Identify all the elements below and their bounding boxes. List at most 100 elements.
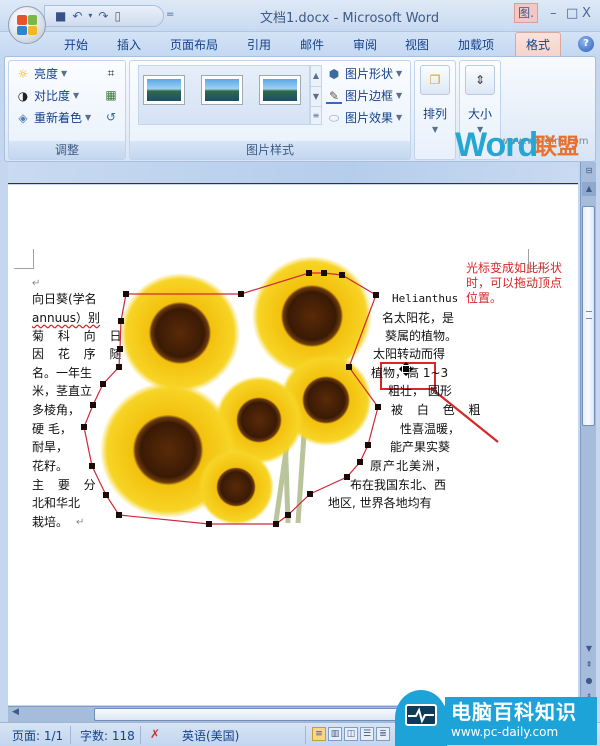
wrap-point-handle[interactable] <box>273 521 279 527</box>
select-browse-object-button[interactable]: ● <box>582 674 596 688</box>
text-line: 名太阳花，是 <box>382 311 455 325</box>
wrap-point-handle[interactable] <box>307 491 313 497</box>
contrast-icon: ◑ <box>17 88 29 103</box>
reset-picture-icon[interactable]: ↺ <box>103 109 119 125</box>
wrap-point-handle[interactable] <box>123 291 129 297</box>
arrange-button[interactable]: ❐ <box>420 65 450 95</box>
gallery-up-icon[interactable]: ▲ <box>311 66 321 86</box>
chevron-down-icon: ▼ <box>396 113 403 122</box>
tab-insert[interactable]: 插入 <box>117 36 141 53</box>
undo-dropdown-icon[interactable]: ▾ <box>88 12 92 20</box>
compress-pictures-icon[interactable]: ⌗ <box>103 65 119 81</box>
chevron-down-icon: ▼ <box>396 69 403 78</box>
scroll-up-button[interactable]: ▲ <box>582 182 596 196</box>
web-layout-view-icon[interactable]: ◫ <box>344 727 358 741</box>
tab-home[interactable]: 开始 <box>64 36 88 53</box>
wrap-point-handle[interactable] <box>116 364 122 370</box>
picture-styles-group-label: 图片样式 <box>130 141 410 159</box>
tab-mailings[interactable]: 邮件 <box>300 36 324 53</box>
change-picture-icon[interactable]: ▦ <box>103 87 119 103</box>
print-layout-view-icon[interactable]: ≡ <box>312 727 326 741</box>
vertical-scrollbar[interactable]: ⊟ ▲ ▼ ⇞ ● ⇟ <box>580 162 596 706</box>
previous-page-button[interactable]: ⇞ <box>582 658 596 672</box>
tab-page-layout[interactable]: 页面布局 <box>170 36 218 53</box>
annotation-note: 光标变成如此形状时，可以拖动顶点位置。 <box>466 261 563 305</box>
ruler-area <box>8 162 578 184</box>
tab-view[interactable]: 视图 <box>405 36 429 53</box>
size-button[interactable]: ⇕ <box>465 65 495 95</box>
picture-effects-button[interactable]: ⬭ 图片效果 ▼ <box>326 109 402 126</box>
text-line: 被 白 色 粗 <box>391 403 486 417</box>
proofing-icon[interactable]: ✗ <box>150 727 160 741</box>
size-icon: ⇕ <box>474 73 486 87</box>
page-count[interactable]: 页面: 1/1 <box>12 727 63 744</box>
word-count[interactable]: 字数: 118 <box>80 727 135 744</box>
picture-style-thumb[interactable] <box>143 75 185 105</box>
draft-view-icon[interactable]: ≣ <box>376 727 390 741</box>
save-icon[interactable]: ■ <box>55 10 66 22</box>
wrap-point-handle[interactable] <box>306 270 312 276</box>
chevron-down-icon: ▼ <box>432 125 439 134</box>
ruler-toggle-icon[interactable]: ⊟ <box>582 164 596 178</box>
contrast-button[interactable]: ◑ 对比度 ▼ <box>15 87 79 104</box>
outline-view-icon[interactable]: ☰ <box>360 727 374 741</box>
wrap-point-handle[interactable] <box>238 291 244 297</box>
picture-border-button[interactable]: ✎ 图片边框 ▼ <box>326 87 402 104</box>
tab-addins[interactable]: 加载项 <box>458 36 494 53</box>
wrap-point-handle[interactable] <box>90 402 96 408</box>
picture-shape-button[interactable]: ⬢ 图片形状 ▼ <box>326 65 402 82</box>
redo-icon[interactable]: ↷ <box>98 10 108 22</box>
help-icon[interactable]: ? <box>578 36 594 52</box>
full-screen-reading-view-icon[interactable]: ▥ <box>328 727 342 741</box>
wrap-point-handle[interactable] <box>116 512 122 518</box>
office-button[interactable] <box>8 6 46 44</box>
customize-qat-icon[interactable]: = <box>166 9 174 20</box>
tab-references[interactable]: 引用 <box>247 36 271 53</box>
text-line: Helianthus <box>392 292 459 305</box>
close-button[interactable]: X <box>582 6 591 21</box>
gallery-down-icon[interactable]: ▼ <box>311 86 321 106</box>
undo-icon[interactable]: ↶ <box>72 10 82 22</box>
wrap-point-handle[interactable] <box>100 381 106 387</box>
wrap-point-handle[interactable] <box>365 442 371 448</box>
picture-style-thumb[interactable] <box>201 75 243 105</box>
pc-daily-title: 电脑百科知识 <box>451 700 577 724</box>
gallery-more-icon[interactable]: ≡ <box>311 106 321 124</box>
watermark-lm: 联盟 <box>535 135 580 160</box>
vertical-scroll-thumb[interactable] <box>582 206 595 426</box>
wrap-point-handle[interactable] <box>321 270 327 276</box>
language-indicator[interactable]: 英语(美国) <box>182 727 239 744</box>
brightness-button[interactable]: ☼ 亮度 ▼ <box>15 65 68 82</box>
wrap-point-handle[interactable] <box>118 318 124 324</box>
text-line: 布在我国东北、西 <box>350 478 447 492</box>
wrap-point-handle[interactable] <box>89 463 95 469</box>
maximize-button[interactable]: □ <box>566 6 578 21</box>
picture-effects-label: 图片效果 <box>345 111 394 125</box>
pencil-icon: ✎ <box>326 88 342 104</box>
wrap-point-handle[interactable] <box>375 404 381 410</box>
tab-format[interactable]: 格式 <box>515 32 562 57</box>
size-label: 大小 <box>468 107 493 121</box>
wrap-point-handle[interactable] <box>206 521 212 527</box>
wrap-point-handle[interactable] <box>346 364 352 370</box>
pc-daily-url: www.pc-daily.com <box>451 725 559 739</box>
quick-access-toolbar: ■ ↶ ▾ ↷ ▯ <box>44 5 164 27</box>
picture-styles-group: ▲ ▼ ≡ ⬢ 图片形状 ▼ ✎ 图片边框 ▼ ⬭ 图片效果 ▼ ⇲ 图片样式 <box>129 60 411 160</box>
wrap-point-handle[interactable] <box>117 346 123 352</box>
arrange-group[interactable]: ❐ 排列 ▼ <box>414 60 456 160</box>
watermark-word: Word <box>455 126 538 164</box>
picture-style-thumb[interactable] <box>259 75 301 105</box>
wrap-point-handle[interactable] <box>373 292 379 298</box>
wrap-point-handle[interactable] <box>357 459 363 465</box>
recolor-button[interactable]: ◈ 重新着色 ▼ <box>15 109 91 126</box>
new-document-icon[interactable]: ▯ <box>114 10 121 22</box>
wrap-point-handle[interactable] <box>103 492 109 498</box>
wrap-point-handle[interactable] <box>339 272 345 278</box>
wrap-point-handle[interactable] <box>81 424 87 430</box>
tab-review[interactable]: 审阅 <box>353 36 377 53</box>
picture-shape-icon: ⬢ <box>328 66 340 81</box>
minimize-button[interactable]: – <box>550 6 557 21</box>
scroll-down-button[interactable]: ▼ <box>582 642 596 656</box>
scroll-left-button[interactable]: ◀ <box>12 707 19 717</box>
wrap-point-handle[interactable] <box>285 512 291 518</box>
